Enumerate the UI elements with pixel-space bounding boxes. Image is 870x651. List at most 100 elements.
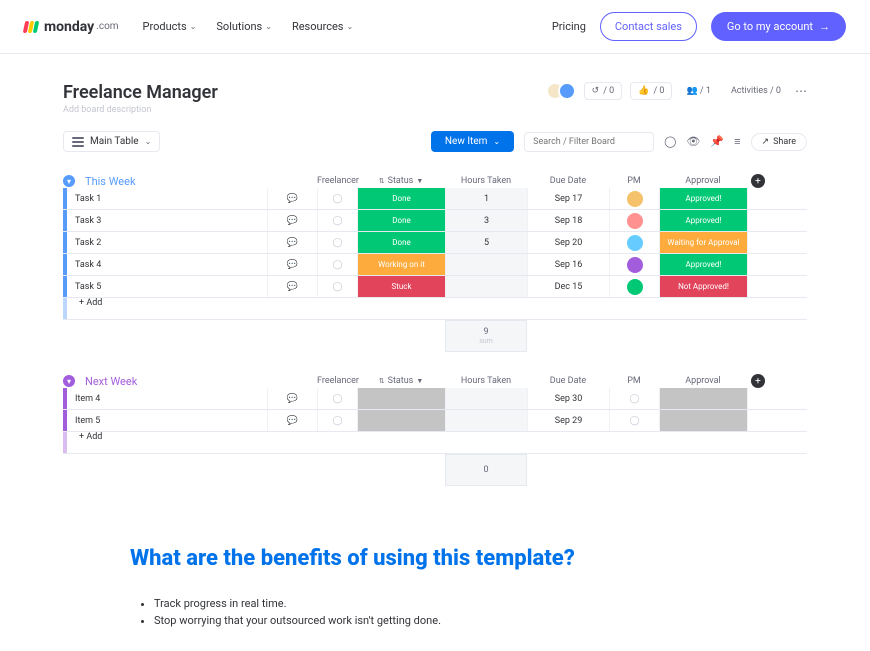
chat-icon[interactable]: 💬	[267, 254, 317, 275]
group-name[interactable]: This Week	[81, 175, 267, 188]
task-name[interactable]: Task 3	[67, 210, 267, 231]
pm-cell[interactable]	[609, 210, 659, 231]
person-icon[interactable]: ◯	[317, 276, 357, 297]
column-due-date[interactable]: Due Date	[527, 176, 609, 186]
chat-icon[interactable]: 💬	[267, 210, 317, 231]
table-row[interactable]: Task 3 💬 ◯ Done 3 Sep 18 Approved!	[63, 210, 807, 232]
column-freelancer[interactable]: Freelancer	[317, 176, 357, 186]
approval-cell[interactable]: Not Approved!	[659, 276, 747, 297]
pin-icon[interactable]: 📌	[710, 135, 724, 148]
approval-cell[interactable]: Approved!	[659, 188, 747, 209]
add-row[interactable]: + Add	[63, 298, 807, 320]
add-task-label[interactable]: + Add	[67, 298, 267, 319]
due-date-cell[interactable]: Sep 20	[527, 232, 609, 253]
add-column-button[interactable]: +	[751, 174, 765, 188]
main-table-view[interactable]: Main Table ⌄	[63, 131, 160, 152]
due-date-cell[interactable]: Sep 17	[527, 188, 609, 209]
filter-icon[interactable]: ≡	[734, 135, 740, 148]
chat-icon[interactable]: 💬	[267, 188, 317, 209]
status-cell[interactable]	[357, 410, 445, 431]
like-pill[interactable]: 👍/ 0	[630, 82, 672, 100]
due-date-cell[interactable]: Sep 16	[527, 254, 609, 275]
approval-cell[interactable]	[659, 410, 747, 431]
nav-products[interactable]: Products⌄	[143, 20, 197, 33]
due-date-cell[interactable]: Sep 30	[527, 388, 609, 409]
group-name[interactable]: Next Week	[81, 375, 267, 388]
add-column-button[interactable]: +	[751, 374, 765, 388]
task-name[interactable]: Task 4	[67, 254, 267, 275]
chat-icon[interactable]: 💬	[267, 276, 317, 297]
activities-link[interactable]: Activities / 0	[725, 83, 787, 99]
hours-cell[interactable]: 5	[445, 232, 527, 253]
column-approval[interactable]: Approval	[659, 176, 747, 186]
due-date-cell[interactable]: Dec 15	[527, 276, 609, 297]
status-cell[interactable]: Done	[357, 232, 445, 253]
column-pm[interactable]: PM	[609, 176, 659, 186]
column-status[interactable]: ⇅Status▼	[357, 176, 445, 186]
goto-account-button[interactable]: Go to my account→	[711, 12, 846, 41]
add-task-label[interactable]: + Add	[67, 432, 267, 453]
pm-cell[interactable]	[609, 254, 659, 275]
pm-cell[interactable]: ◯	[609, 388, 659, 409]
pm-cell[interactable]	[609, 276, 659, 297]
hours-cell[interactable]: 3	[445, 210, 527, 231]
table-row[interactable]: Task 4 💬 ◯ Working on it Sep 16 Approved…	[63, 254, 807, 276]
status-cell[interactable]: Done	[357, 210, 445, 231]
table-row[interactable]: Task 1 💬 ◯ Done 1 Sep 17 Approved!	[63, 188, 807, 210]
approval-cell[interactable]	[659, 388, 747, 409]
new-item-button[interactable]: New Item⌄	[431, 131, 514, 152]
column-freelancer[interactable]: Freelancer	[317, 376, 357, 386]
due-date-cell[interactable]: Sep 18	[527, 210, 609, 231]
task-name[interactable]: Task 2	[67, 232, 267, 253]
hours-cell[interactable]	[445, 254, 527, 275]
board-description[interactable]: Add board description	[63, 105, 218, 115]
add-row[interactable]: + Add	[63, 432, 807, 454]
task-name[interactable]: Item 5	[67, 410, 267, 431]
hours-cell[interactable]	[445, 276, 527, 297]
search-input[interactable]	[524, 132, 654, 152]
hours-cell[interactable]: 1	[445, 188, 527, 209]
task-name[interactable]: Task 5	[67, 276, 267, 297]
eye-icon[interactable]: 👁	[686, 135, 700, 148]
chat-icon[interactable]: 💬	[267, 232, 317, 253]
pm-cell[interactable]	[609, 188, 659, 209]
contact-sales-button[interactable]: Contact sales	[600, 12, 697, 41]
table-row[interactable]: Task 5 💬 ◯ Stuck Dec 15 Not Approved!	[63, 276, 807, 298]
approval-cell[interactable]: Approved!	[659, 210, 747, 231]
nav-solutions[interactable]: Solutions⌄	[216, 20, 272, 33]
person-filter-icon[interactable]: ◯	[664, 135, 676, 148]
approval-cell[interactable]: Waiting for Approval	[659, 232, 747, 253]
chat-icon[interactable]: 💬	[267, 388, 317, 409]
status-cell[interactable]: Working on it	[357, 254, 445, 275]
hours-cell[interactable]	[445, 410, 527, 431]
column-approval[interactable]: Approval	[659, 376, 747, 386]
people-count[interactable]: 👥 / 1	[680, 83, 716, 99]
table-row[interactable]: Item 4 💬 ◯ Sep 30 ◯	[63, 388, 807, 410]
column-due-date[interactable]: Due Date	[527, 376, 609, 386]
share-button[interactable]: ↗Share	[751, 133, 807, 151]
person-icon[interactable]: ◯	[317, 210, 357, 231]
nav-resources[interactable]: Resources⌄	[292, 20, 353, 33]
invite-pill[interactable]: ↺/ 0	[584, 82, 623, 100]
status-cell[interactable]	[357, 388, 445, 409]
person-icon[interactable]: ◯	[317, 254, 357, 275]
status-cell[interactable]: Done	[357, 188, 445, 209]
column-status[interactable]: ⇅Status▼	[357, 376, 445, 386]
more-menu-icon[interactable]: ⋯	[795, 84, 807, 98]
person-icon[interactable]: ◯	[317, 388, 357, 409]
chat-icon[interactable]: 💬	[267, 410, 317, 431]
task-name[interactable]: Item 4	[67, 388, 267, 409]
collapse-icon[interactable]: ▾	[63, 375, 75, 387]
pm-cell[interactable]: ◯	[609, 410, 659, 431]
person-icon[interactable]: ◯	[317, 232, 357, 253]
nav-pricing[interactable]: Pricing	[552, 20, 586, 33]
task-name[interactable]: Task 1	[67, 188, 267, 209]
collapse-icon[interactable]: ▾	[63, 175, 75, 187]
pm-cell[interactable]	[609, 232, 659, 253]
logo[interactable]: monday.com	[24, 19, 119, 35]
person-icon[interactable]: ◯	[317, 188, 357, 209]
table-row[interactable]: Item 5 💬 ◯ Sep 29 ◯	[63, 410, 807, 432]
hours-cell[interactable]	[445, 388, 527, 409]
person-icon[interactable]: ◯	[317, 410, 357, 431]
column-hours[interactable]: Hours Taken	[445, 376, 527, 386]
